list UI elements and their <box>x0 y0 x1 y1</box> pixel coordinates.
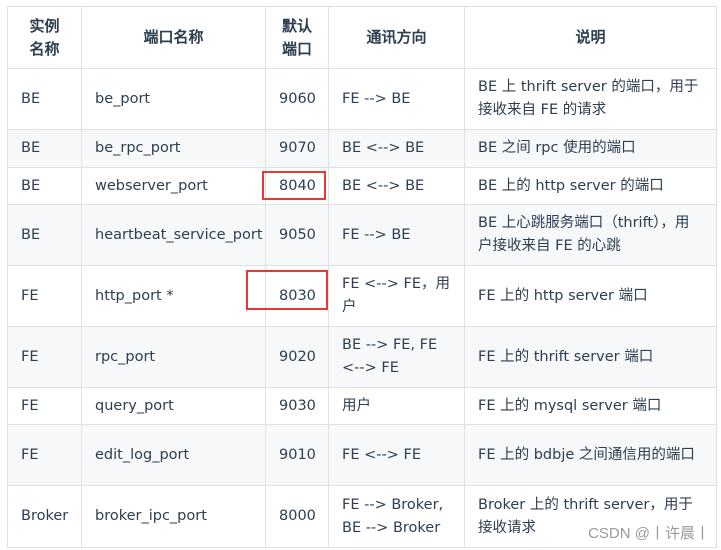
cell-description: FE 上的 bdbje 之间通信用的端口 <box>464 424 717 486</box>
cell-direction: FE <--> FE，用户 <box>328 265 465 327</box>
table-row: BE be_port 9060 FE --> BE BE 上 thrift server… <box>7 68 717 130</box>
cell-port-name: edit_log_port <box>81 424 266 486</box>
header-direction: 通讯方向 <box>328 6 465 69</box>
header-description: 说明 <box>464 6 717 69</box>
cell-description: BE 上心跳服务端口（thrift），用户接收来自 FE 的心跳 <box>464 204 717 266</box>
cell-instance: FE <box>7 387 82 425</box>
cell-direction: BE <--> BE <box>328 129 465 168</box>
table-row: BE webserver_port 8040 BE <--> BE BE 上的 http… <box>7 167 717 205</box>
cell-port-name: heartbeat_service_port <box>81 204 266 266</box>
cell-port-name: be_rpc_port <box>81 129 266 168</box>
cell-port-name: be_port <box>81 68 266 130</box>
header-default-port: 默认 端口 <box>265 6 329 69</box>
table-row: FE edit_log_port 9010 FE <--> FE FE 上的 bdbje… <box>7 424 717 486</box>
cell-port-name: broker_ipc_port <box>81 485 266 548</box>
port-table: 实例 名称 端口名称 默认 端口 通讯方向 说明 BE be_port 9060 FE… <box>7 6 717 548</box>
cell-port-name: rpc_port <box>81 326 266 388</box>
header-row: 实例 名称 端口名称 默认 端口 通讯方向 说明 <box>7 6 717 69</box>
cell-default-port: 9050 <box>265 204 329 266</box>
table-row: FE rpc_port 9020 BE --> FE, FE <--> FE FE 上的… <box>7 326 717 388</box>
cell-instance: FE <box>7 265 82 327</box>
cell-description: BE 上的 http server 的端口 <box>464 167 717 205</box>
cell-instance: BE <box>7 129 82 168</box>
cell-direction: FE <--> FE <box>328 424 465 486</box>
cell-description: FE 上的 http server 端口 <box>464 265 717 327</box>
cell-default-port: 9020 <box>265 326 329 388</box>
cell-instance: FE <box>7 424 82 486</box>
watermark: CSDN @丨许晨丨 <box>588 525 710 542</box>
cell-description: BE 上 thrift server 的端口，用于接收来自 FE 的请求 <box>464 68 717 130</box>
cell-direction: FE --> BE <box>328 68 465 130</box>
cell-default-port: 9060 <box>265 68 329 130</box>
cell-default-port: 9030 <box>265 387 329 425</box>
cell-instance: FE <box>7 326 82 388</box>
cell-description: FE 上的 mysql server 端口 <box>464 387 717 425</box>
cell-direction: FE --> BE <box>328 204 465 266</box>
cell-instance: BE <box>7 204 82 266</box>
table-row: BE be_rpc_port 9070 BE <--> BE BE 之间 rpc 使用的… <box>7 129 717 168</box>
cell-default-port: 9010 <box>265 424 329 486</box>
table-row: BE heartbeat_service_port 9050 FE --> BE BE … <box>7 204 717 266</box>
cell-default-port: 8000 <box>265 485 329 548</box>
header-port-name: 端口名称 <box>81 6 266 69</box>
cell-description: BE 之间 rpc 使用的端口 <box>464 129 717 168</box>
table-row: FE query_port 9030 用户 FE 上的 mysql server 端口 <box>7 387 717 425</box>
cell-default-port: 8040 <box>265 167 329 205</box>
cell-port-name: webserver_port <box>81 167 266 205</box>
cell-port-name: http_port * <box>81 265 266 327</box>
cell-direction: FE --> Broker, BE --> Broker <box>328 485 465 548</box>
cell-direction: 用户 <box>328 387 465 425</box>
cell-description: FE 上的 thrift server 端口 <box>464 326 717 388</box>
cell-instance: BE <box>7 167 82 205</box>
cell-port-name: query_port <box>81 387 266 425</box>
cell-direction: BE <--> BE <box>328 167 465 205</box>
cell-default-port: 8030 <box>265 265 329 327</box>
cell-direction: BE --> FE, FE <--> FE <box>328 326 465 388</box>
header-instance: 实例 名称 <box>7 6 82 69</box>
table-row: FE http_port * 8030 FE <--> FE，用户 FE 上的 http… <box>7 265 717 327</box>
cell-default-port: 9070 <box>265 129 329 168</box>
cell-instance: BE <box>7 68 82 130</box>
cell-instance: Broker <box>7 485 82 548</box>
